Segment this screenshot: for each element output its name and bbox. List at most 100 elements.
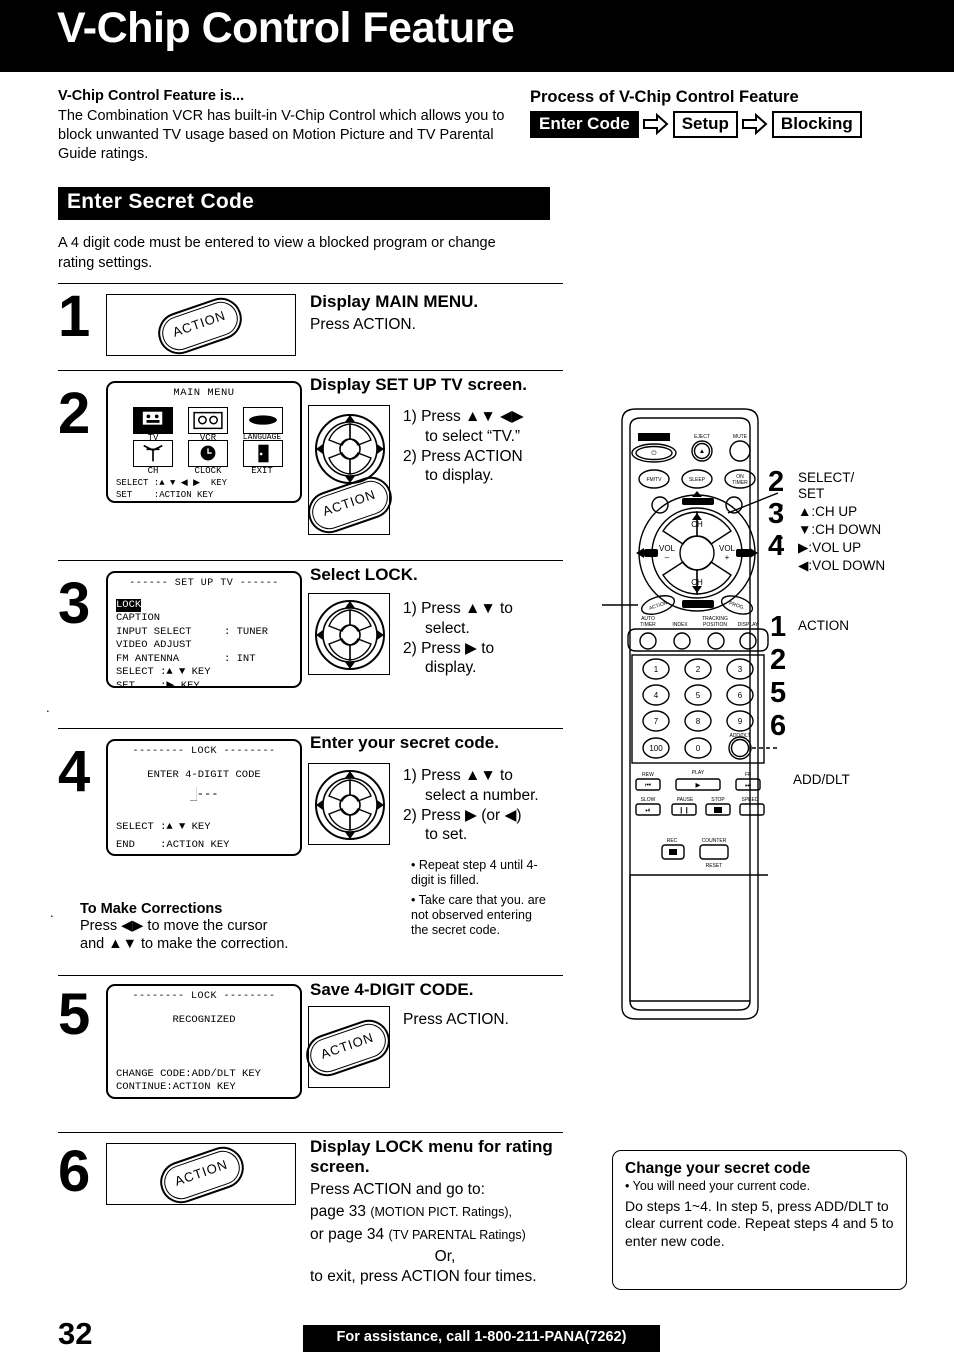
svg-text:5: 5 [696, 691, 701, 700]
step-or-text: Or, [434, 1247, 456, 1265]
step-6-instructions: Display LOCK menu for rating screen. Pre… [310, 1137, 580, 1287]
step-divider [58, 370, 563, 371]
step-bullet: • Repeat step 4 until 4-digit is filled. [411, 858, 538, 887]
callout-number: 4 [768, 530, 785, 562]
svg-text:SPEED: SPEED [742, 797, 759, 803]
action-key-icon: ACTION [152, 292, 248, 360]
svg-text:⏮: ⏮ [645, 782, 651, 789]
svg-text:SLOW: SLOW [641, 797, 656, 803]
menu-icon-clock [188, 440, 228, 467]
svg-text:VOL: VOL [719, 544, 736, 553]
menu-label-exit: EXIT [251, 466, 273, 476]
callout-line: ACTION [798, 618, 850, 633]
osd-row-caption: CAPTION [116, 612, 161, 625]
svg-text:CH: CH [691, 520, 703, 529]
step-item: 2) Press ▶ (or ◀) [403, 806, 522, 824]
key-illustration-panel [308, 593, 390, 675]
osd-footer-line: CHANGE CODE:ADD/DLT KEY [116, 1068, 261, 1080]
key-illustration-panel: ACTION [106, 1141, 296, 1209]
osd-title: MAIN MENU [173, 387, 235, 399]
key-illustration-panel: ACTION [300, 1006, 396, 1088]
svg-text:POSITION: POSITION [703, 622, 727, 628]
step-1-instructions: Display MAIN MENU. Press ACTION. [310, 292, 560, 335]
svg-text:MUTE: MUTE [733, 434, 748, 440]
callout-number: 2 [770, 644, 787, 676]
step-item: 1) Press ▲▼ to [403, 767, 513, 784]
osd-footer-line: SELECT :▲ ▼ KEY [116, 821, 211, 833]
action-key-icon: ACTION [154, 1141, 250, 1209]
step-4-bullets: • Repeat step 4 until 4-digit is filled.… [411, 858, 551, 938]
assistance-text: For assistance, call 1-800-211-PANA(7262… [336, 1329, 627, 1345]
osd-row-fm-antenna-value: : INT [224, 652, 256, 665]
svg-text:100: 100 [649, 744, 663, 753]
osd-set-up-tv: ------ SET UP TV ------ LOCK CAPTION INP… [106, 571, 302, 688]
osd-title: -------- LOCK -------- [132, 991, 276, 1002]
svg-text:–: – [665, 553, 670, 562]
osd-lock-enter-code: -------- LOCK -------- ENTER 4-DIGIT COD… [106, 739, 302, 856]
osd-code-rest: --- [196, 787, 219, 801]
menu-label-clock: CLOCK [194, 466, 222, 476]
callout-line: ADD/DLT [793, 772, 850, 787]
page-title: V-Chip Control Feature [57, 4, 515, 52]
cursor-wheel-icon [313, 598, 387, 672]
step-bullet: • Take care that you. are not observed e… [411, 893, 546, 937]
callout-line: SET [798, 486, 825, 501]
step-4-instructions: Enter your secret code. [310, 733, 570, 756]
step-2: 2 MAIN MENU TV VCR LANGUAGE CH CLOCK EXI… [58, 375, 563, 555]
svg-text:EJECT: EJECT [694, 434, 710, 440]
step-6: 6 ACTION Display LOCK menu for rating sc… [58, 1137, 563, 1317]
step-number: 2 [58, 381, 91, 446]
menu-icon-ch [133, 440, 173, 467]
osd-footer-line: CONTINUE:ACTION KEY [116, 1081, 236, 1093]
callout-line: ▲:CH UP [798, 504, 858, 519]
svg-text:REC: REC [667, 838, 678, 844]
note-bullet: • You will need your current code. [625, 1179, 811, 1193]
step-divider [58, 975, 563, 976]
svg-text:1: 1 [654, 665, 659, 674]
step-title: Save 4-DIGIT CODE. [310, 980, 474, 999]
step-3-items: 1) Press ▲▼ to select. 2) Press ▶ to dis… [403, 599, 618, 678]
step-body: Press ACTION. [310, 316, 416, 333]
key-illustration-panel: ACTION [302, 405, 398, 539]
svg-text:❙❙: ❙❙ [679, 806, 690, 814]
cursor-wheel-icon [313, 768, 387, 842]
step-line-1: Press ACTION and go to: [310, 1181, 485, 1199]
svg-text:FM/TV: FM/TV [647, 477, 663, 483]
step-item: select. [425, 619, 470, 637]
menu-icon-exit [243, 440, 283, 467]
svg-text:8: 8 [696, 717, 701, 726]
intro-body: The Combination VCR has built-in V-Chip … [58, 108, 505, 162]
section-header: Enter Secret Code [58, 187, 550, 220]
margin-tick: . [46, 700, 50, 715]
arrow-right-icon [642, 113, 669, 136]
step-number: 6 [58, 1139, 91, 1204]
menu-label-ch: CH [147, 466, 159, 476]
step-number: 5 [58, 982, 91, 1047]
svg-text:VOL: VOL [659, 544, 676, 553]
step-5-instructions: Save 4-DIGIT CODE. [310, 980, 565, 1003]
step-item: to select “TV.” [425, 427, 521, 445]
svg-text:PLAY: PLAY [692, 770, 705, 776]
step-number: 4 [58, 739, 91, 804]
menu-icon-language [243, 407, 283, 434]
osd-status: RECOGNIZED [172, 1014, 236, 1026]
step-title: Display LOCK menu for rating screen. [310, 1137, 553, 1176]
key-illustration-panel [308, 763, 390, 845]
step-title: Display MAIN MENU. [310, 292, 479, 311]
step-3-instructions: Select LOCK. [310, 565, 565, 588]
svg-text:⏭: ⏭ [745, 782, 751, 789]
margin-tick: . [50, 905, 54, 920]
osd-main-menu: MAIN MENU TV VCR LANGUAGE CH CLOCK EXIT … [106, 381, 302, 503]
svg-text:2: 2 [696, 665, 701, 674]
step-number: 1 [58, 284, 91, 349]
process-flow: Enter Code Setup Blocking [530, 111, 910, 138]
svg-text:DISPLAY: DISPLAY [738, 622, 759, 628]
step-5-body: Press ACTION. [403, 1010, 618, 1030]
svg-text:▲: ▲ [699, 448, 705, 455]
callout-number: 6 [770, 710, 787, 742]
step-title: Select LOCK. [310, 565, 418, 584]
step-5: 5 -------- LOCK -------- RECOGNIZED CHAN… [58, 980, 563, 1125]
action-key-icon: ACTION [300, 1014, 396, 1082]
svg-text:6: 6 [738, 691, 743, 700]
svg-text:REW: REW [642, 772, 654, 778]
